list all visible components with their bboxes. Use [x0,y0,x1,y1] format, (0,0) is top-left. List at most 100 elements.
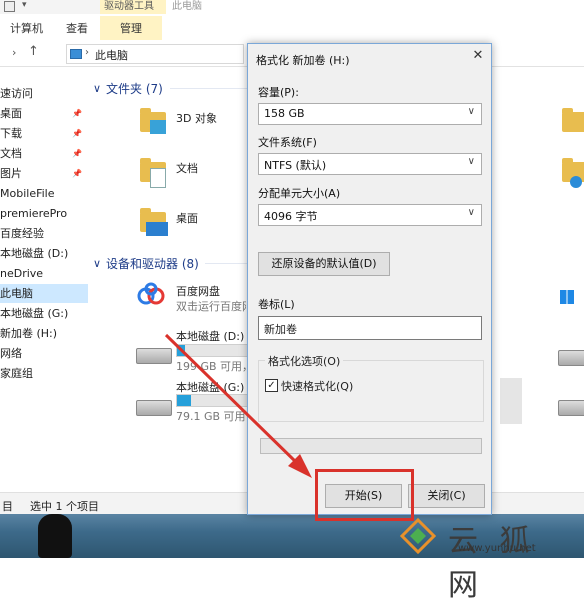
watermark-url: www.yunhu.net [458,543,536,554]
sidebar-item-label: 此电脑 [0,287,33,300]
sidebar-item-label: 下载 [0,127,22,140]
quick-format-checkbox[interactable]: ✓ [265,379,278,392]
sidebar-item[interactable]: 图片 📌 [0,164,88,183]
sidebar-item-label: 家庭组 [0,367,33,380]
device-name[interactable]: 本地磁盘 (D:) [176,328,244,344]
windows-drive-icon [560,290,574,304]
up-arrow-icon[interactable]: ↑ [28,44,39,59]
annotation-highlight-box [315,469,414,521]
tab-manage[interactable]: 管理 [120,20,142,36]
selection-status: 选中 1 个项目 [30,500,99,513]
group-divider [170,88,250,89]
allocation-unit-select[interactable]: 4096 字节 ∨ [258,204,482,226]
watermark-brand: 云 狐 网 [448,524,536,603]
quick-format-label[interactable]: 快速格式化(Q) [281,378,353,394]
address-bar[interactable]: › 此电脑 [66,44,244,64]
chevron-down-icon: ∨ [467,106,475,117]
context-tab-drive-tools: 驱动器工具 [100,0,166,14]
device-name[interactable]: 百度网盘 [176,283,220,299]
sidebar-item[interactable]: 新加卷 (H:) [0,324,88,343]
sidebar-item[interactable]: 百度经验 [0,224,88,243]
tab-computer[interactable]: 计算机 [10,20,43,36]
drive-icon [558,400,584,416]
drive-free-space: 79.1 GB 可用 [176,410,246,423]
chevron-down-icon: ∨ [467,207,475,218]
tab-view[interactable]: 查看 [66,20,88,36]
3d-cube-icon [150,120,166,134]
pin-icon: 📌 [72,169,82,178]
capacity-label: 容量(P): [258,86,299,99]
sidebar-item-label: 文档 [0,147,22,160]
sidebar-item[interactable]: 速访问 [0,84,88,103]
sidebar-item[interactable]: 桌面 📌 [0,104,88,123]
sidebar-item-label: 新加卷 (H:) [0,327,58,340]
close-button[interactable]: 关闭(C) [408,484,485,508]
file-system-label: 文件系统(F) [258,136,317,149]
wallpaper-figure [38,514,72,558]
selected-drive-highlight [500,378,522,424]
folder-label[interactable]: 3D 对象 [176,110,217,126]
chevron-down-icon[interactable]: ∨ [93,82,101,95]
save-icon[interactable] [4,1,15,12]
capacity-select[interactable]: 158 GB ∨ [258,103,482,125]
folder-icon [562,108,584,132]
device-name[interactable]: 本地磁盘 (G:) [176,379,244,395]
sidebar-item-label: 百度经验 [0,227,44,240]
chevron-down-icon[interactable]: ∨ [93,257,101,270]
sidebar-item[interactable]: 此电脑 [0,284,88,303]
volume-label-value: 新加卷 [264,323,297,336]
sidebar-item-label: 速访问 [0,87,33,100]
sidebar-item[interactable]: neDrive [0,264,88,283]
volume-label-input[interactable]: 新加卷 [258,316,482,340]
drive-icon [558,350,584,366]
dropdown-icon[interactable]: ▾ [22,0,27,10]
pin-icon: 📌 [72,109,82,118]
sidebar-item[interactable]: 本地磁盘 (D:) [0,244,88,263]
document-icon [150,168,166,188]
format-progress-bar [260,438,482,454]
computer-icon [70,49,82,59]
sidebar-item-label: 本地磁盘 (D:) [0,247,69,260]
sidebar-item[interactable]: 下载 📌 [0,124,88,143]
format-dialog: 格式化 新加卷 (H:) ✕ 容量(P): 158 GB ∨ 文件系统(F) N… [247,43,492,515]
music-icon [570,176,582,188]
watermark-logo [400,518,436,554]
restore-defaults-button[interactable]: 还原设备的默认值(D) [258,252,390,276]
navigation-pane: 速访问 桌面 📌 下载 📌 文档 📌 图片 📌 MobileFile premierePro 百度经验… [0,78,88,492]
desktop-icon [146,222,168,236]
sidebar-item[interactable]: MobileFile [0,184,88,203]
close-icon[interactable]: ✕ [470,48,486,64]
drive-usage-bar [176,394,248,407]
drive-icon [136,400,172,416]
folder-label[interactable]: 桌面 [176,210,198,226]
folder-label[interactable]: 文档 [176,160,198,176]
pin-icon: 📌 [72,149,82,158]
sidebar-item[interactable]: 文档 📌 [0,144,88,163]
sidebar-item[interactable]: premierePro [0,204,88,223]
allocation-unit-label: 分配单元大小(A) [258,187,341,200]
allocation-unit-value: 4096 字节 [264,210,318,223]
device-subtitle: 双击运行百度网 [176,300,246,313]
sidebar-item-label: neDrive [0,267,44,280]
group-header-devices[interactable]: 设备和驱动器 (8) [106,255,199,272]
format-options-legend: 格式化选项(O) [265,353,344,369]
sidebar-item[interactable]: 网络 [0,344,88,363]
sidebar-item-label: 桌面 [0,107,22,120]
sidebar-item[interactable]: 家庭组 [0,364,88,383]
group-divider [205,263,250,264]
pin-icon: 📌 [72,129,82,138]
capacity-value: 158 GB [264,107,305,120]
quick-access-toolbar[interactable]: ▾ [0,0,100,14]
file-system-select[interactable]: NTFS (默认) ∨ [258,153,482,175]
item-count: 目 [2,500,13,513]
breadcrumb-separator-icon: › [85,47,89,58]
dialog-title: 格式化 新加卷 (H:) [256,54,350,67]
file-system-value: NTFS (默认) [264,159,327,172]
sidebar-item[interactable]: 本地磁盘 (G:) [0,304,88,323]
drive-free-space: 199 GB 可用， [176,360,246,373]
group-header-folders[interactable]: 文件夹 (7) [106,80,163,97]
chevron-right-icon[interactable]: › [12,46,16,59]
baidu-netdisk-icon [137,282,165,305]
breadcrumb-path[interactable]: 此电脑 [95,47,128,63]
sidebar-item-label: MobileFile [0,187,55,200]
